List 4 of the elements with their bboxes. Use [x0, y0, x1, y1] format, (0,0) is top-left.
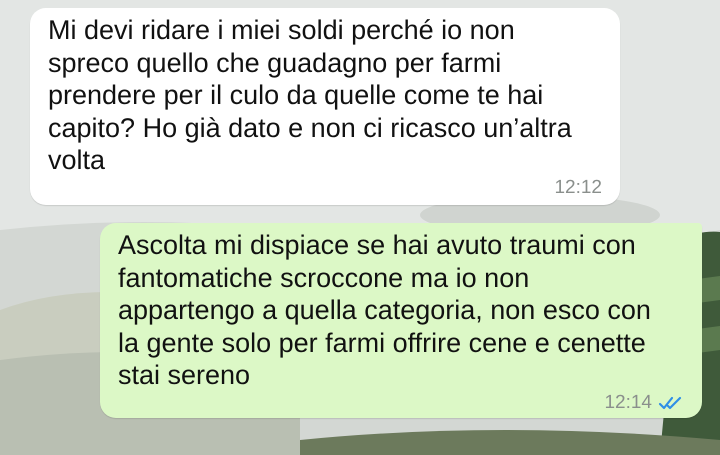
message-text: Mi devi ridare i miei soldi perché io non spreco quello che guadagno per farmi prendere per il culo da quelle come te hai capito? Ho già dato e non ci ricasco un’altra volta [48, 14, 573, 177]
message-time: 12:12 [554, 176, 602, 199]
message-time: 12:14 [604, 392, 652, 414]
message-text: Ascolta mi dispiace se hai avuto traumi con fantomatiche scroccone ma io non appartengo a quella categoria, non esco con la gente solo per farmi offrire cene e cenette stai sereno [118, 228, 652, 392]
